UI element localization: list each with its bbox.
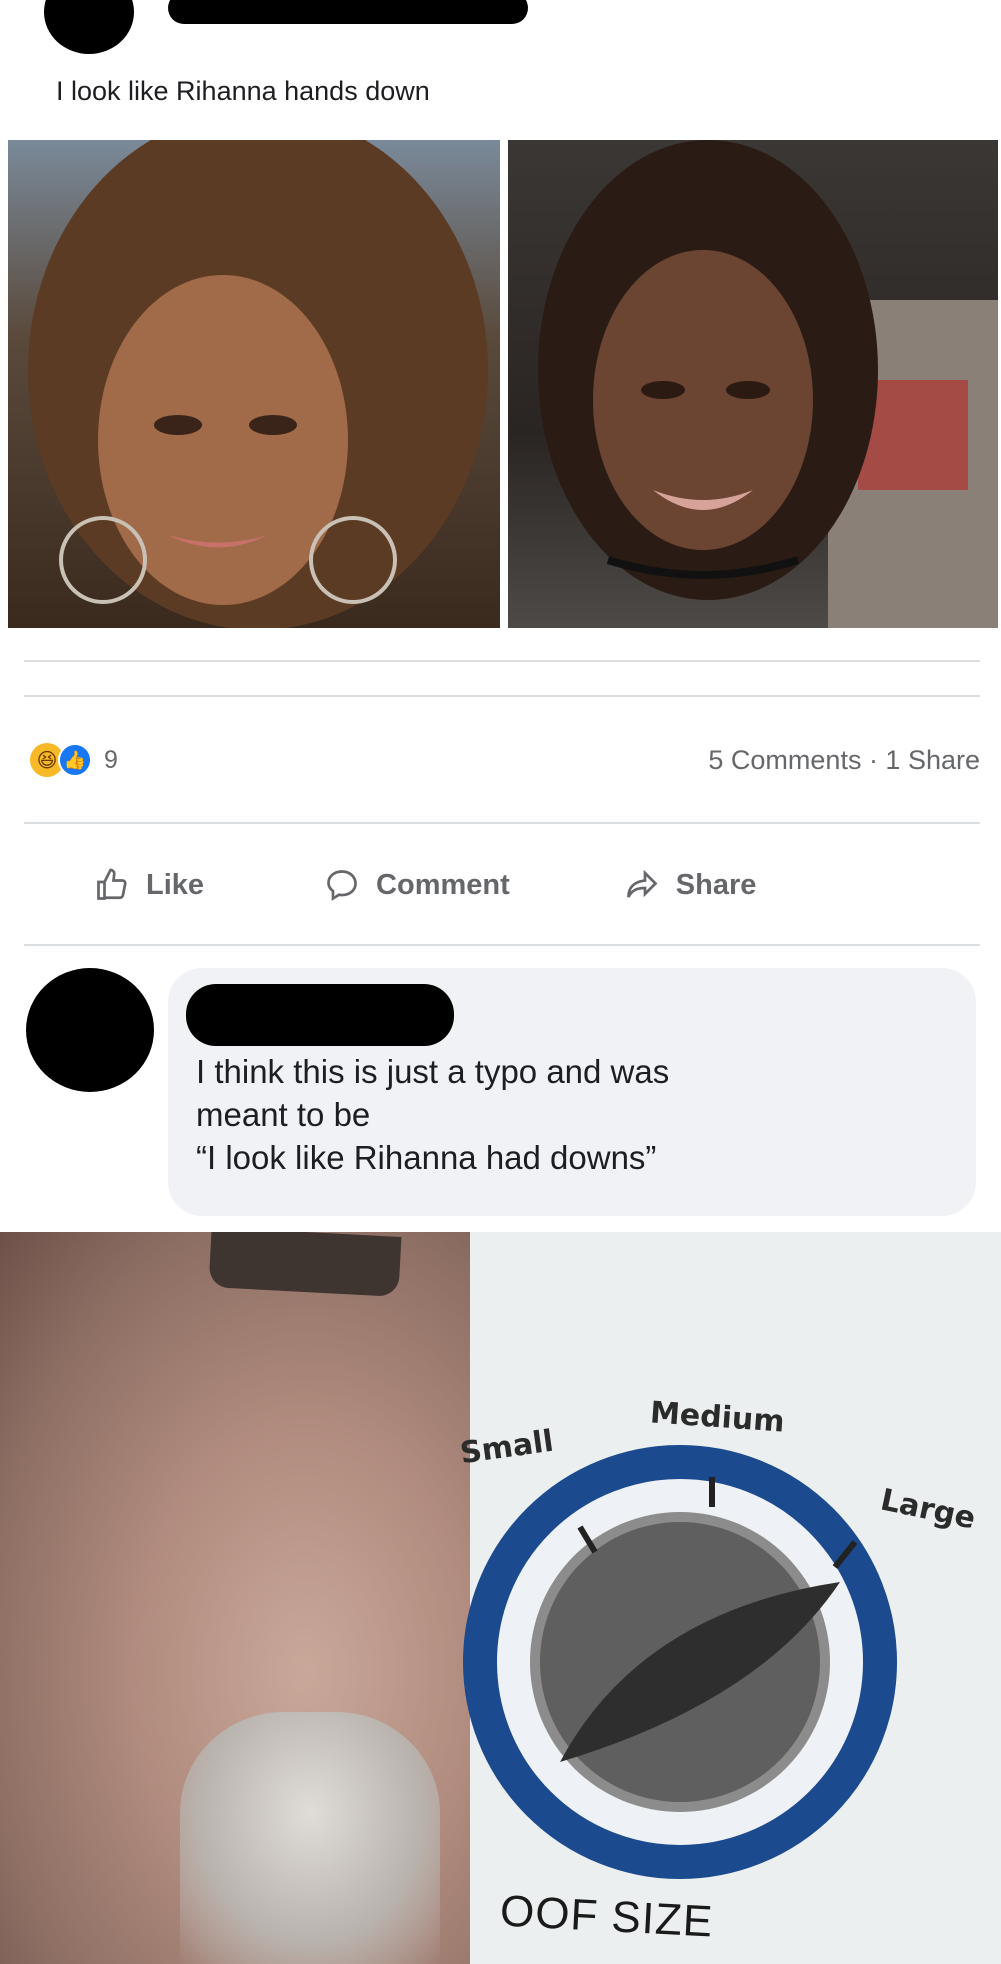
divider	[24, 660, 980, 662]
oof-size-meme: Small Medium Large OOF SIZE	[0, 1232, 1001, 1964]
photo-left[interactable]	[8, 140, 500, 628]
comment-button[interactable]: Comment	[322, 865, 510, 905]
comments-shares-count[interactable]: 5 Comments · 1 Share	[708, 745, 980, 776]
reactions-row: 😆 👍 9 5 Comments · 1 Share	[30, 740, 980, 780]
post-caption: I look like Rihanna hands down	[56, 76, 430, 106]
divider	[24, 695, 980, 697]
portrait-illustration-left	[28, 140, 488, 628]
post-photos	[8, 140, 998, 628]
share-arrow-icon	[622, 865, 662, 905]
reaction-count[interactable]: 9	[104, 746, 118, 775]
comment-text: I think this is just a typo and was mean…	[196, 1053, 670, 1176]
portrait-illustration-right	[538, 140, 998, 628]
thumbs-up-icon	[92, 865, 132, 905]
like-label: Like	[146, 868, 205, 901]
redacted-commenter-name	[186, 984, 454, 1046]
divider	[24, 822, 980, 824]
share-label: Share	[675, 868, 757, 901]
post-action-bar: Like Comment Share	[30, 855, 980, 915]
photo-right[interactable]	[508, 140, 998, 628]
oof-dial	[463, 1445, 897, 1879]
redacted-commenter-avatar	[26, 968, 154, 1092]
comment-label: Comment	[376, 868, 510, 901]
divider	[24, 944, 980, 946]
share-button[interactable]: Share	[622, 865, 757, 905]
redacted-avatar	[44, 0, 134, 54]
speech-bubble-icon	[322, 865, 362, 905]
redacted-author-name	[168, 0, 528, 24]
post-header	[0, 0, 1001, 70]
like-reaction-icon[interactable]: 👍	[58, 743, 92, 777]
like-button[interactable]: Like	[92, 865, 204, 905]
